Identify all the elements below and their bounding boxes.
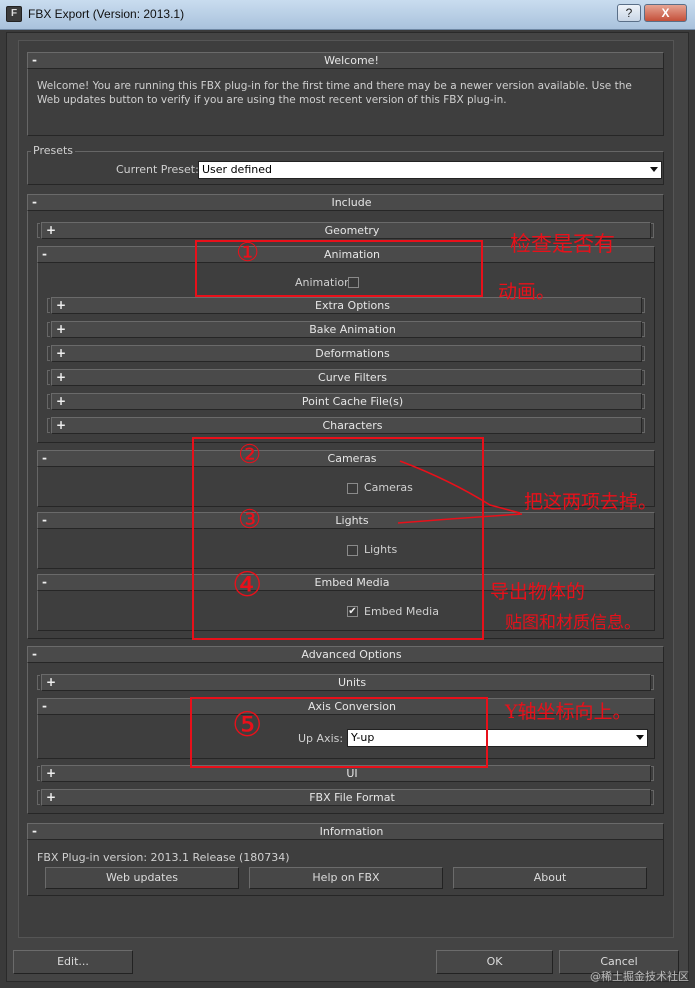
annotation-stroke-lights: [397, 513, 523, 524]
annotation-strokes: [397, 460, 523, 524]
watermark: @稀土掘金技术社区: [590, 970, 689, 983]
annotation-stroke-cameras: [399, 460, 521, 514]
